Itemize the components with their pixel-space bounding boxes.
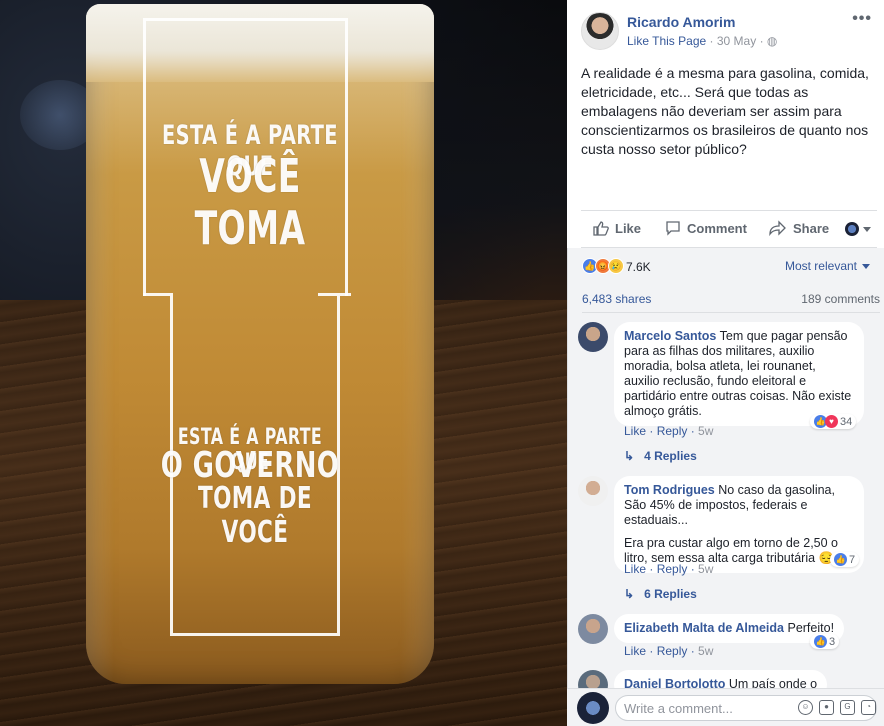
glass-notch-right bbox=[318, 293, 351, 296]
globe-icon: ◍ bbox=[766, 34, 778, 48]
comment-like-link[interactable]: Like bbox=[624, 562, 646, 576]
page-avatar[interactable] bbox=[581, 12, 619, 50]
like-label: Like bbox=[615, 220, 642, 236]
replies-label: 4 Replies bbox=[644, 449, 697, 463]
shares-count[interactable]: 6,483 shares bbox=[582, 292, 651, 306]
viewer-avatar bbox=[845, 222, 859, 236]
post-panel: Ricardo Amorim Like This Page · 30 May ·… bbox=[567, 0, 884, 726]
comment-links: Like · Reply · 5w bbox=[624, 562, 714, 576]
replies-label: 6 Replies bbox=[644, 587, 697, 601]
comment-reactions[interactable]: 👍 7 bbox=[830, 552, 860, 567]
comment-links: Like · Reply · 5w bbox=[624, 644, 714, 658]
view-replies-link[interactable]: ↳ 4 Replies bbox=[624, 449, 697, 463]
viewer-avatar bbox=[577, 692, 609, 724]
comment-reply-link[interactable]: Reply bbox=[657, 644, 688, 658]
post-actions: Like Comment Share bbox=[581, 210, 877, 248]
comment-bubble: Tom Rodrigues No caso da gasolina, São 4… bbox=[614, 476, 864, 573]
comment-label: Comment bbox=[687, 220, 747, 236]
thumbs-up-icon bbox=[593, 221, 609, 236]
glass-notch-left bbox=[143, 293, 173, 296]
chevron-down-icon bbox=[862, 263, 870, 269]
post-meta: Like This Page · 30 May · ◍ bbox=[627, 34, 777, 48]
meta-separator: · bbox=[709, 34, 717, 48]
share-button[interactable]: Share bbox=[769, 220, 829, 236]
comment-item: Elizabeth Malta de Almeida Perfeito! 👍 3… bbox=[578, 614, 878, 664]
page-name[interactable]: Ricardo Amorim bbox=[627, 14, 735, 30]
glass-text-top-line2: VOCÊ TOMA bbox=[194, 149, 306, 255]
post-header: Ricardo Amorim Like This Page · 30 May ·… bbox=[581, 10, 874, 52]
comment-like-link[interactable]: Like bbox=[624, 424, 646, 438]
reactions-summary[interactable]: 👍 😡 😢 7.6K Most relevant bbox=[582, 258, 882, 276]
comment-item: Marcelo Santos Tem que pagar pensão para… bbox=[578, 322, 878, 463]
react-as-selector[interactable] bbox=[845, 222, 871, 236]
commenter-avatar[interactable] bbox=[578, 614, 608, 644]
comment-author[interactable]: Marcelo Santos bbox=[624, 329, 716, 343]
commenter-avatar[interactable] bbox=[578, 476, 608, 506]
post-date[interactable]: 30 May bbox=[717, 34, 756, 48]
camera-icon[interactable]: ● bbox=[819, 700, 834, 715]
comment-links: Like · Reply · 5w bbox=[624, 424, 714, 438]
commenter-avatar[interactable] bbox=[578, 322, 608, 352]
comment-reactions[interactable]: 👍 ♥ 34 bbox=[810, 414, 857, 429]
comment-reply-link[interactable]: Reply bbox=[657, 562, 688, 576]
write-comment-bar: Write a comment... ☺ ● G ◔ bbox=[567, 688, 884, 726]
chevron-down-icon bbox=[863, 226, 871, 232]
like-page-link[interactable]: Like This Page bbox=[627, 34, 706, 48]
like-reaction-icon: 👍 bbox=[814, 635, 827, 648]
comment-time[interactable]: 5w bbox=[698, 562, 713, 576]
reply-arrow-icon: ↳ bbox=[624, 449, 635, 463]
comment-author[interactable]: Elizabeth Malta de Almeida bbox=[624, 621, 784, 635]
comment-reaction-count: 7 bbox=[849, 553, 856, 566]
emoji-icon[interactable]: ☺ bbox=[798, 700, 813, 715]
comment-reaction-count: 34 bbox=[840, 415, 853, 428]
comment-input-placeholder: Write a comment... bbox=[624, 701, 733, 716]
comment-time[interactable]: 5w bbox=[698, 644, 713, 658]
comment-button[interactable]: Comment bbox=[665, 220, 747, 236]
reaction-count[interactable]: 7.6K bbox=[626, 260, 651, 274]
post-photo[interactable]: ESTA É A PARTE QUE VOCÊ TOMA ESTA É A PA… bbox=[0, 0, 567, 726]
share-icon bbox=[769, 220, 786, 236]
like-button[interactable]: Like bbox=[593, 220, 641, 236]
comment-item: Tom Rodrigues No caso da gasolina, São 4… bbox=[578, 476, 878, 604]
comment-bubble: Marcelo Santos Tem que pagar pensão para… bbox=[614, 322, 864, 426]
comment-author[interactable]: Tom Rodrigues bbox=[624, 483, 715, 497]
comment-like-link[interactable]: Like bbox=[624, 644, 646, 658]
post-text: A realidade é a mesma para gasolina, com… bbox=[581, 65, 869, 157]
sad-reaction-icon: 😢 bbox=[608, 258, 624, 274]
view-replies-link[interactable]: ↳ 6 Replies bbox=[624, 587, 697, 601]
love-reaction-icon: ♥ bbox=[825, 415, 838, 428]
sort-label: Most relevant bbox=[784, 259, 857, 273]
comment-text-2: Era pra custar algo em torno de 2,50 o l… bbox=[624, 536, 839, 565]
comment-item: Daniel Bortolotto Um país onde o bbox=[578, 670, 878, 700]
comments-area: 👍 😡 😢 7.6K Most relevant 6,483 shares 18… bbox=[567, 248, 884, 700]
comment-icon bbox=[666, 221, 680, 236]
meta-separator: · bbox=[759, 34, 767, 48]
more-options-button[interactable]: ••• bbox=[852, 10, 872, 28]
like-reaction-icon: 👍 bbox=[834, 553, 847, 566]
comment-time[interactable]: 5w bbox=[698, 424, 713, 438]
sticker-icon[interactable]: ◔ bbox=[861, 700, 876, 715]
sort-dropdown[interactable]: Most relevant bbox=[785, 259, 870, 273]
comment-reactions[interactable]: 👍 3 bbox=[810, 634, 840, 649]
share-label: Share bbox=[793, 220, 830, 236]
glass-text-bottom-line2: O GOVERNO bbox=[160, 445, 340, 486]
glass-text-bottom-line3: TOMA DE VOCÊ bbox=[197, 481, 313, 550]
reply-arrow-icon: ↳ bbox=[624, 587, 635, 601]
comment-reply-link[interactable]: Reply bbox=[657, 424, 688, 438]
gif-icon[interactable]: G bbox=[840, 700, 855, 715]
counts-row: 6,483 shares 189 comments bbox=[582, 292, 880, 313]
comment-reaction-count: 3 bbox=[829, 635, 836, 648]
comment-text: Perfeito! bbox=[787, 621, 835, 635]
comments-count[interactable]: 189 comments bbox=[801, 292, 880, 306]
reaction-icons: 👍 😡 😢 bbox=[582, 258, 624, 274]
comment-input-tools: ☺ ● G ◔ bbox=[798, 700, 876, 715]
